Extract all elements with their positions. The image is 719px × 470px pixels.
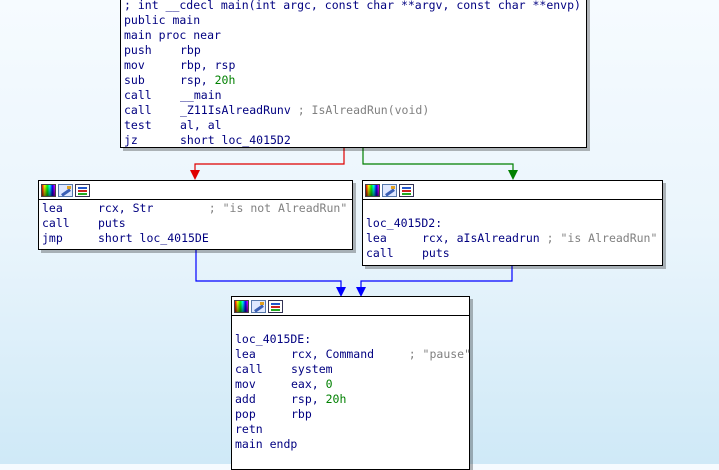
graph-overview-icon[interactable] xyxy=(399,183,414,197)
asm-line[interactable]: main proc near xyxy=(124,28,583,43)
operand[interactable]: puts xyxy=(422,246,450,260)
operand[interactable]: eax, xyxy=(291,377,326,391)
mnemonic: retn xyxy=(235,422,263,436)
mnemonic: call xyxy=(124,88,152,102)
mnemonic: jmp xyxy=(42,231,63,245)
alreadrun-block[interactable]: loc_4015D2: lea rcx, aIsAlreadrun ; "is Al… xyxy=(362,180,663,266)
color-palette-icon[interactable] xyxy=(365,183,380,197)
block-header xyxy=(232,297,469,316)
asm-line[interactable]: lea rcx, Command ; "pause" xyxy=(235,347,471,362)
operand[interactable]: rcx, Command xyxy=(291,347,374,361)
asm-line[interactable] xyxy=(235,317,466,332)
asm-line[interactable]: mov eax, 0 xyxy=(235,377,466,392)
comment: ; IsAlreadRun(void) xyxy=(290,103,430,117)
operand[interactable]: rbp, rsp xyxy=(180,58,235,72)
mnemonic: call xyxy=(366,246,394,260)
mnemonic: push xyxy=(124,43,152,57)
asm-line[interactable]: push rbp xyxy=(124,43,583,58)
mnemonic: call xyxy=(124,103,152,117)
asm-line[interactable] xyxy=(366,201,659,216)
left-block-code[interactable]: lea rcx, Str ; "is not AlreadRun" call puts… xyxy=(39,200,352,248)
asm-line[interactable]: ; int __cdecl main(int argc, const char … xyxy=(124,0,583,13)
operand[interactable]: rsp, xyxy=(180,73,215,87)
comment: ; "pause" xyxy=(374,347,472,361)
asm-line[interactable]: call system xyxy=(235,362,466,377)
asm-line[interactable]: public main xyxy=(124,13,583,28)
asm-text: loc_4015D2: xyxy=(366,216,443,230)
not-alreadrun-block[interactable]: lea rcx, Str ; "is not AlreadRun" call puts… xyxy=(38,180,353,250)
asm-line[interactable]: mov rbp, rsp xyxy=(124,58,583,73)
graph-overview-icon[interactable] xyxy=(268,299,283,313)
immediate-value: 20h xyxy=(325,392,347,406)
asm-line[interactable]: test al, al xyxy=(124,118,583,133)
edge-jump-left[interactable] xyxy=(195,250,346,297)
asm-line[interactable]: main endp xyxy=(235,437,466,452)
asm-text: ; int __cdecl main(int argc, const char … xyxy=(124,0,581,12)
asm-text: main endp xyxy=(235,437,298,451)
asm-line[interactable]: retn xyxy=(235,422,466,437)
operand[interactable]: puts xyxy=(98,216,126,230)
mnemonic: mov xyxy=(124,58,145,72)
mnemonic: add xyxy=(235,392,256,406)
comment: ; "is not AlreadRun" xyxy=(153,201,348,215)
operand[interactable]: rcx, Str xyxy=(98,201,153,215)
mnemonic: call xyxy=(42,216,70,230)
operand[interactable]: short loc_4015D2 xyxy=(180,133,291,147)
asm-text: public main xyxy=(124,13,201,27)
edge-jump-right[interactable] xyxy=(356,266,513,297)
asm-line[interactable]: pop rbp xyxy=(235,407,466,422)
exit-block[interactable]: loc_4015DE: lea rcx, Command ; "pause" call… xyxy=(231,296,471,470)
asm-line[interactable]: jz short loc_4015D2 xyxy=(124,133,583,148)
bottom-block-code[interactable]: loc_4015DE: lea rcx, Command ; "pause" call… xyxy=(232,316,471,454)
asm-line[interactable]: call puts xyxy=(42,216,349,231)
operand[interactable]: rbp xyxy=(291,407,312,421)
asm-text: main proc near xyxy=(124,28,221,42)
block-header xyxy=(363,181,662,200)
operand[interactable]: rcx, aIsAlreadrun xyxy=(422,231,540,245)
operand[interactable]: rbp xyxy=(180,43,201,57)
main-block[interactable]: ; int __cdecl main(int argc, const char … xyxy=(120,0,587,148)
operand[interactable]: short loc_4015DE xyxy=(98,231,209,245)
operand[interactable]: rsp, xyxy=(291,392,326,406)
asm-line[interactable]: call puts xyxy=(366,246,659,261)
mnemonic: test xyxy=(124,118,152,132)
graph-overview-icon[interactable] xyxy=(75,183,90,197)
operand[interactable]: __main xyxy=(180,88,222,102)
asm-line[interactable]: call _Z11IsAlreadRunv ; IsAlreadRun(void) xyxy=(124,103,583,118)
asm-line[interactable]: loc_4015DE: xyxy=(235,332,466,347)
mnemonic: mov xyxy=(235,377,256,391)
edge-true-branch[interactable] xyxy=(362,148,518,180)
operand[interactable]: _Z11IsAlreadRunv xyxy=(180,103,291,117)
rename-icon[interactable] xyxy=(382,183,397,197)
operand[interactable]: al, al xyxy=(180,118,222,132)
immediate-value: 0 xyxy=(325,377,333,391)
asm-line[interactable]: sub rsp, 20h xyxy=(124,73,583,88)
rename-icon[interactable] xyxy=(251,299,266,313)
block-header xyxy=(39,181,352,200)
mnemonic: call xyxy=(235,362,263,376)
main-block-code[interactable]: ; int __cdecl main(int argc, const char … xyxy=(121,0,586,150)
mnemonic: lea xyxy=(235,347,256,361)
rename-icon[interactable] xyxy=(58,183,73,197)
mnemonic: pop xyxy=(235,407,256,421)
right-block-code[interactable]: loc_4015D2: lea rcx, aIsAlreadrun ; "is Al… xyxy=(363,200,662,263)
mnemonic: lea xyxy=(42,201,63,215)
color-palette-icon[interactable] xyxy=(41,183,56,197)
mnemonic: sub xyxy=(124,73,145,87)
asm-line[interactable]: lea rcx, aIsAlreadrun ; "is AlreadRun" xyxy=(366,231,659,246)
mnemonic: lea xyxy=(366,231,387,245)
edge-false-branch[interactable] xyxy=(190,148,345,180)
operand[interactable]: system xyxy=(291,362,333,376)
asm-text: loc_4015DE: xyxy=(235,332,312,346)
color-palette-icon[interactable] xyxy=(234,299,249,313)
asm-line[interactable]: lea rcx, Str ; "is not AlreadRun" xyxy=(42,201,349,216)
asm-line[interactable]: jmp short loc_4015DE xyxy=(42,231,349,246)
immediate-value: 20h xyxy=(214,73,236,87)
asm-line[interactable]: add rsp, 20h xyxy=(235,392,466,407)
asm-line[interactable]: loc_4015D2: xyxy=(366,216,659,231)
comment: ; "is AlreadRun" xyxy=(539,231,658,245)
mnemonic: jz xyxy=(124,133,138,147)
asm-line[interactable]: call __main xyxy=(124,88,583,103)
